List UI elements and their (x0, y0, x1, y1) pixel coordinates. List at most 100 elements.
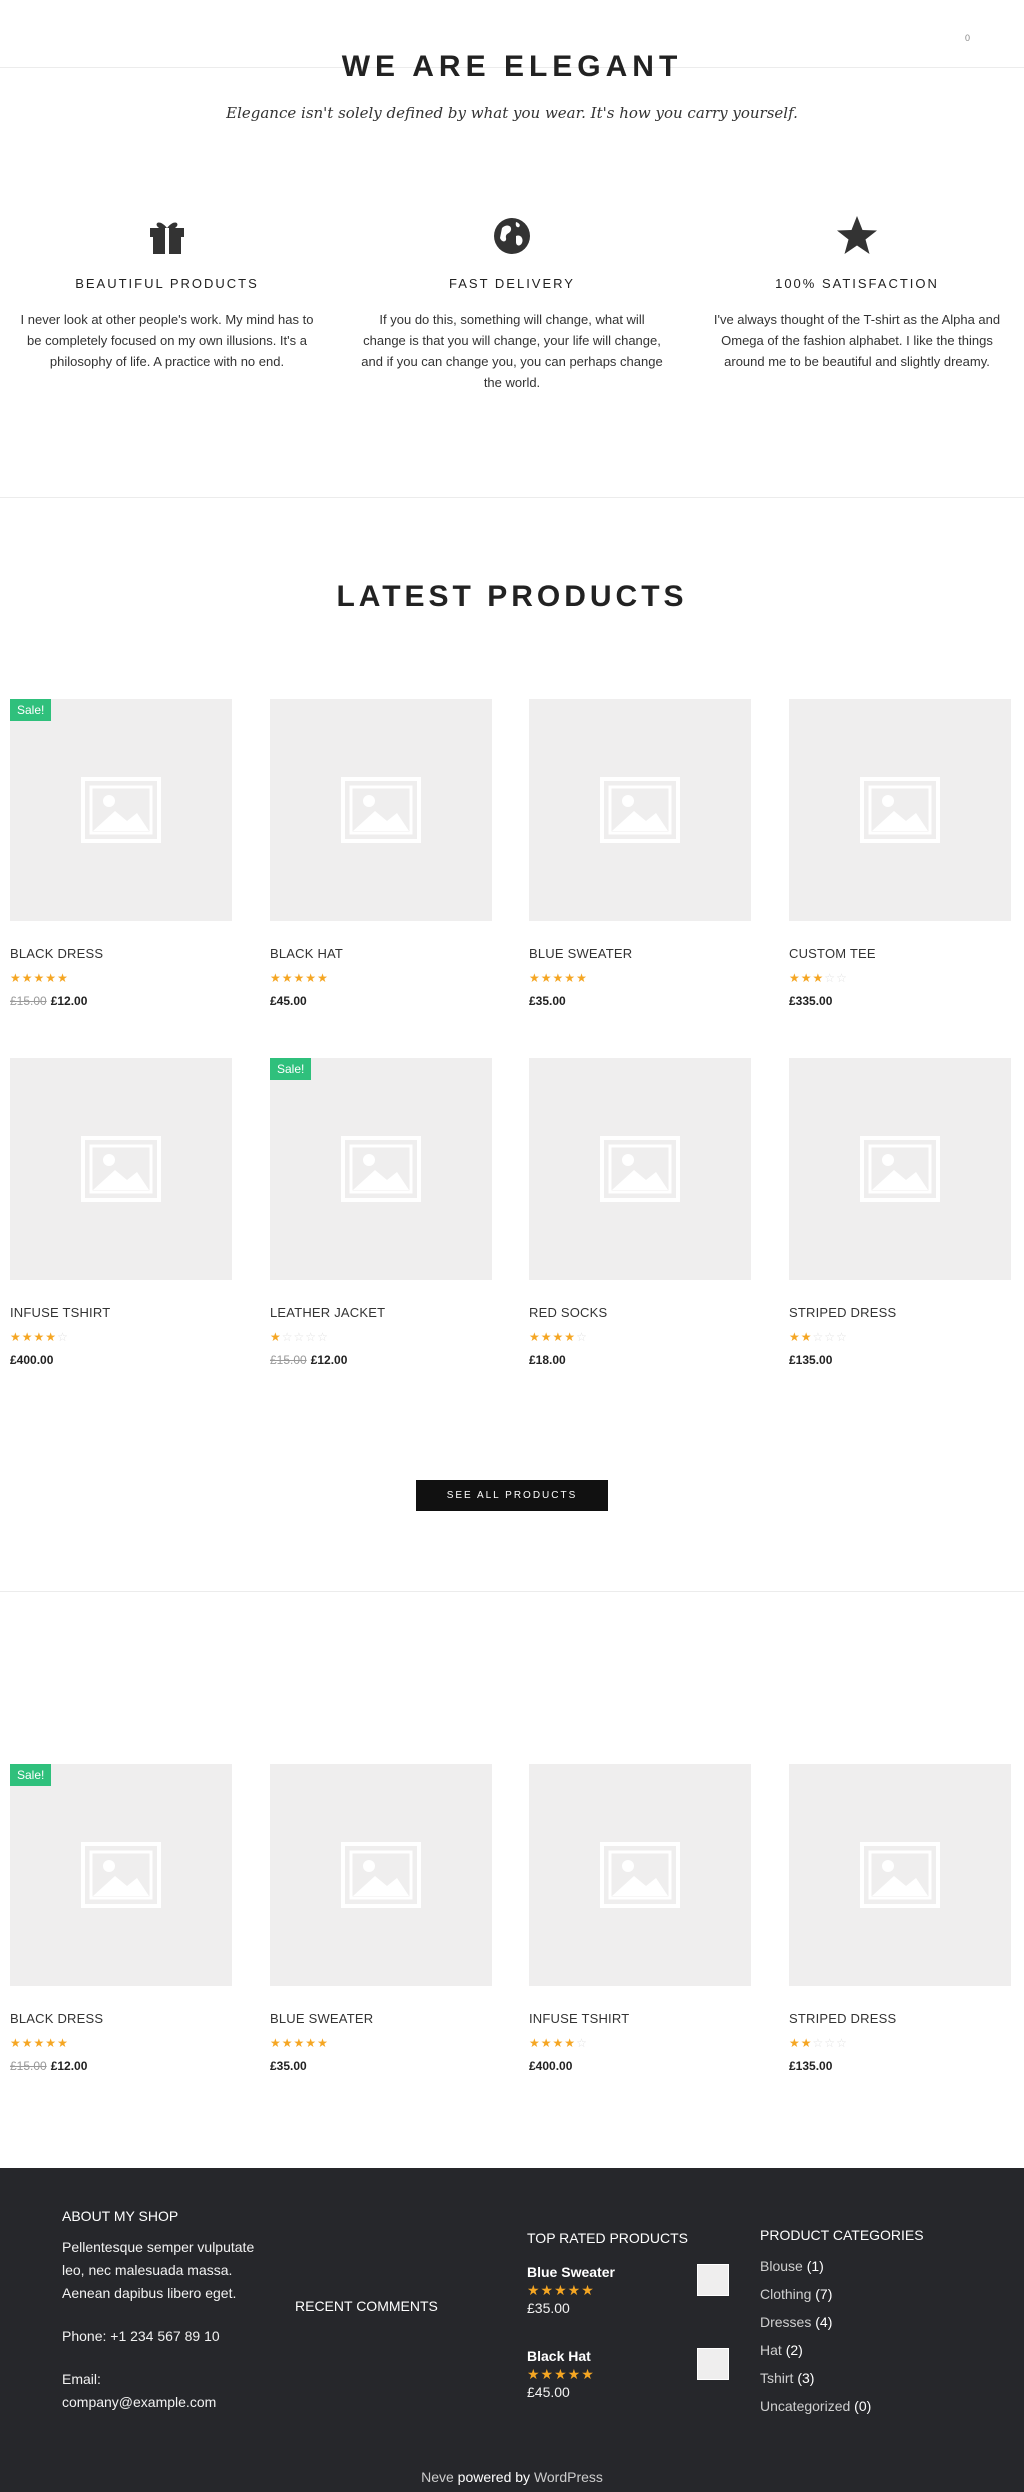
product-rating: ★★★★☆ (10, 1330, 69, 1344)
top-rated-price: £35.00 (527, 2300, 570, 2316)
category-name[interactable]: Dresses (760, 2314, 811, 2330)
category-item[interactable]: Blouse (1) (760, 2252, 924, 2280)
product-price: £135.00 (789, 1353, 1011, 1367)
footer-top-rated: TOP RATED PRODUCTS Blue Sweater ★★★★★ £35.… (527, 2230, 729, 2432)
feature-title: 100% SATISFACTION (775, 276, 939, 291)
product-image[interactable] (270, 1764, 492, 1986)
product-card[interactable]: STRIPED DRESS ★★☆☆☆ £135.00 (789, 1764, 1011, 2073)
category-count: (2) (785, 2342, 803, 2358)
latest-products-title: LATEST PRODUCTS (336, 580, 688, 613)
product-name[interactable]: STRIPED DRESS (789, 2011, 1011, 2026)
category-name[interactable]: Hat (760, 2342, 782, 2358)
image-placeholder-icon (341, 1136, 421, 1202)
image-placeholder-icon (81, 1136, 161, 1202)
product-name[interactable]: STRIPED DRESS (789, 1305, 1011, 1320)
product-price: £18.00 (529, 1353, 751, 1367)
category-item[interactable]: Uncategorized (0) (760, 2392, 924, 2420)
product-card[interactable]: RED SOCKS ★★★★☆ £18.00 (529, 1058, 751, 1367)
top-rated-thumbnail[interactable] (697, 2348, 729, 2380)
category-name[interactable]: Uncategorized (760, 2398, 850, 2414)
product-rating: ★★★★★ (270, 971, 329, 985)
product-image[interactable]: Sale! (10, 1764, 232, 1986)
image-placeholder-icon (860, 777, 940, 843)
hero-subtitle: Elegance isn't solely defined by what yo… (226, 104, 798, 122)
product-rating: ★★★☆☆ (789, 971, 848, 985)
product-image[interactable] (789, 699, 1011, 921)
footer-email-link[interactable]: company@example.com (62, 2391, 272, 2414)
product-name[interactable]: LEATHER JACKET (270, 1305, 492, 1320)
category-name[interactable]: Blouse (760, 2258, 803, 2274)
feature-title: BEAUTIFUL PRODUCTS (75, 276, 259, 291)
product-image[interactable] (270, 699, 492, 921)
category-item[interactable]: Tshirt (3) (760, 2364, 924, 2392)
category-count: (7) (815, 2286, 833, 2302)
image-placeholder-icon (81, 1842, 161, 1908)
old-price: £15.00 (10, 2059, 47, 2073)
product-image[interactable] (789, 1764, 1011, 1986)
product-name[interactable]: BLACK DRESS (10, 946, 232, 961)
wordpress-link[interactable]: WordPress (534, 2469, 603, 2485)
product-price: £35.00 (270, 2059, 492, 2073)
category-name[interactable]: Clothing (760, 2286, 811, 2302)
footer-recent-comments: RECENT COMMENTS (295, 2298, 438, 2314)
product-card[interactable]: Sale! LEATHER JACKET ★☆☆☆☆ £15.00 £12.00 (270, 1058, 492, 1367)
product-price: £400.00 (10, 1353, 232, 1367)
product-image[interactable]: Sale! (10, 699, 232, 921)
product-image[interactable] (529, 1764, 751, 1986)
category-name[interactable]: Tshirt (760, 2370, 793, 2386)
feature-text: I never look at other people's work. My … (20, 312, 314, 369)
top-rated-item[interactable]: Black Hat ★★★★★ £45.00 (527, 2348, 729, 2432)
powered-by-text: powered by (457, 2469, 531, 2485)
product-name[interactable]: RED SOCKS (529, 1305, 751, 1320)
product-rating: ★★★★★ (529, 971, 588, 985)
product-name[interactable]: BLUE SWEATER (270, 2011, 492, 2026)
cart-count-badge[interactable]: 0 (965, 33, 970, 43)
product-name[interactable]: CUSTOM TEE (789, 946, 1011, 961)
product-card[interactable]: INFUSE TSHIRT ★★★★☆ £400.00 (529, 1764, 751, 2073)
top-rated-thumbnail[interactable] (697, 2264, 729, 2296)
feature-text: I've always thought of the T-shirt as th… (713, 312, 1001, 369)
category-item[interactable]: Clothing (7) (760, 2280, 924, 2308)
product-name[interactable]: BLACK HAT (270, 946, 492, 961)
product-card[interactable]: Sale! BLACK DRESS ★★★★★ £15.00 £12.00 (10, 1764, 232, 2073)
product-card[interactable]: Sale! BLACK DRESS ★★★★★ £15.00 £12.00 (10, 699, 232, 1008)
product-image[interactable] (529, 1058, 751, 1280)
current-price: £135.00 (789, 2059, 833, 2073)
image-placeholder-icon (81, 777, 161, 843)
category-item[interactable]: Hat (2) (760, 2336, 924, 2364)
footer-about-text: Pellentesque semper vulputate leo, nec m… (62, 2239, 255, 2301)
product-categories-title: PRODUCT CATEGORIES (760, 2227, 924, 2243)
category-count: (1) (806, 2258, 824, 2274)
feature-beautiful-products: BEAUTIFUL PRODUCTS I never look at other… (12, 212, 322, 372)
product-name[interactable]: INFUSE TSHIRT (529, 2011, 751, 2026)
category-count: (0) (854, 2398, 872, 2414)
image-placeholder-icon (341, 777, 421, 843)
theme-link[interactable]: Neve (421, 2469, 454, 2485)
product-image[interactable]: Sale! (270, 1058, 492, 1280)
product-name[interactable]: INFUSE TSHIRT (10, 1305, 232, 1320)
current-price: £400.00 (10, 1353, 54, 1367)
product-card[interactable]: BLACK HAT ★★★★★ £45.00 (270, 699, 492, 1008)
footer-phone: Phone: +1 234 567 89 10 (62, 2328, 220, 2344)
product-card[interactable]: STRIPED DRESS ★★☆☆☆ £135.00 (789, 1058, 1011, 1367)
product-name[interactable]: BLACK DRESS (10, 2011, 232, 2026)
category-item[interactable]: Dresses (4) (760, 2308, 924, 2336)
product-card[interactable]: CUSTOM TEE ★★★☆☆ £335.00 (789, 699, 1011, 1008)
see-all-products-button[interactable]: SEE ALL PRODUCTS (416, 1480, 608, 1511)
current-price: £400.00 (529, 2059, 573, 2073)
product-card[interactable]: BLUE SWEATER ★★★★★ £35.00 (529, 699, 751, 1008)
category-count: (3) (797, 2370, 815, 2386)
feature-fast-delivery: FAST DELIVERY If you do this, something … (357, 212, 667, 393)
product-image[interactable] (789, 1058, 1011, 1280)
product-card[interactable]: BLUE SWEATER ★★★★★ £35.00 (270, 1764, 492, 2073)
top-rated-item[interactable]: Blue Sweater ★★★★★ £35.00 (527, 2264, 729, 2348)
product-name[interactable]: BLUE SWEATER (529, 946, 751, 961)
product-price: £335.00 (789, 994, 1011, 1008)
recent-comments-title: RECENT COMMENTS (295, 2298, 438, 2314)
product-image[interactable] (10, 1058, 232, 1280)
top-rated-title: TOP RATED PRODUCTS (527, 2230, 689, 2246)
product-image[interactable] (529, 699, 751, 921)
product-card[interactable]: INFUSE TSHIRT ★★★★☆ £400.00 (10, 1058, 232, 1367)
product-rating: ★★★★★ (10, 971, 69, 985)
old-price: £15.00 (10, 994, 47, 1008)
